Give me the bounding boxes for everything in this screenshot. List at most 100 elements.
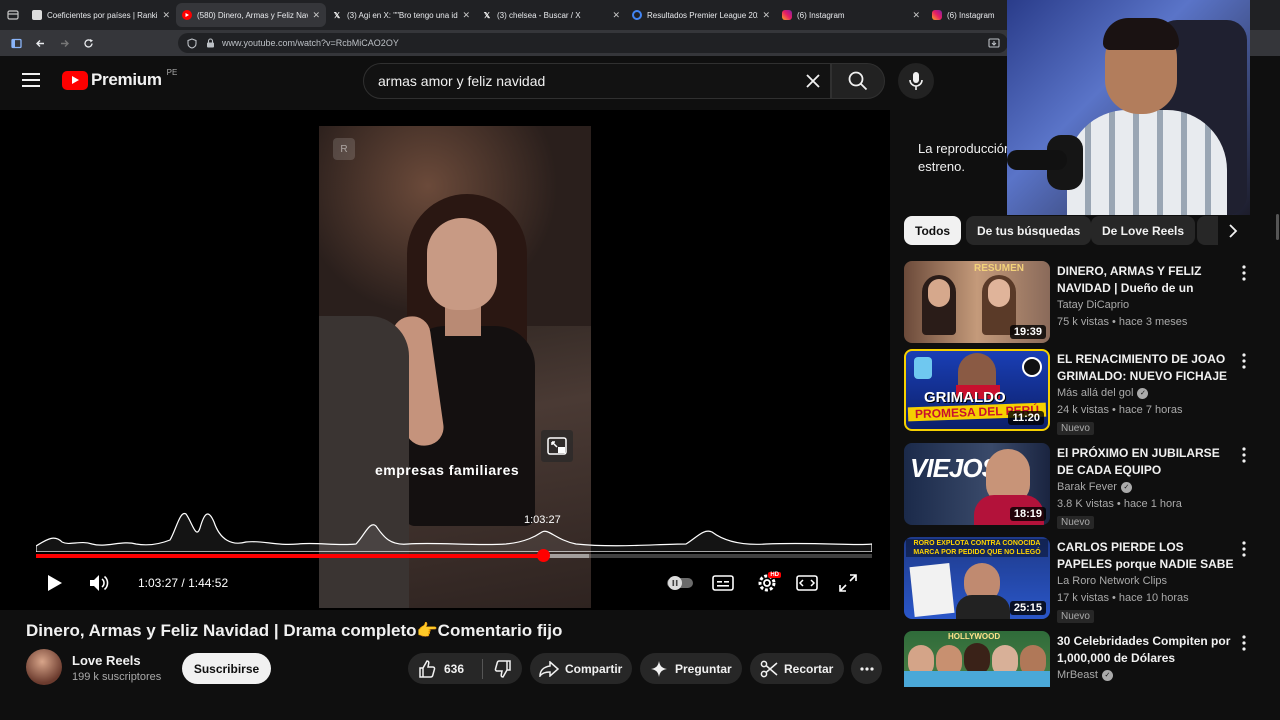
- volume-button[interactable]: [88, 572, 112, 594]
- video-thumbnail[interactable]: RORO EXPLOTA CONTRA CONOCIDA MARCA POR P…: [904, 537, 1050, 619]
- recommendation-title[interactable]: 30 Celebridades Compiten por 1,000,000 d…: [1057, 633, 1237, 667]
- duration-badge: 19:39: [1009, 325, 1046, 339]
- chip-from-channel[interactable]: De Love Reels: [1091, 216, 1196, 245]
- browser-tab[interactable]: (6) Instagram ✕: [776, 3, 926, 27]
- ask-button[interactable]: Preguntar: [640, 653, 742, 684]
- recommendation-title[interactable]: El PRÓXIMO EN JUBILARSE DE CADA EQUIPO: [1057, 445, 1237, 479]
- voice-search-button[interactable]: [898, 63, 934, 99]
- close-icon[interactable]: ✕: [462, 10, 470, 21]
- close-icon[interactable]: ✕: [612, 10, 620, 21]
- url-field[interactable]: www.youtube.com/watch?v=RcbMiCAO2OY: [178, 33, 1008, 53]
- region-code: PE: [166, 67, 178, 77]
- url-text: www.youtube.com/watch?v=RcbMiCAO2OY: [222, 38, 399, 48]
- recommendation-title[interactable]: CARLOS PIERDE LOS PAPELES porque NADIE S…: [1057, 539, 1237, 573]
- recommendation-meta: 24 k vistas • hace 7 horas: [1057, 404, 1183, 416]
- sidebar-toggle-icon[interactable]: [4, 30, 28, 56]
- recommendation-channel[interactable]: Más allá del gol ✓: [1057, 387, 1149, 399]
- search-icon: [848, 71, 868, 91]
- video-thumbnail[interactable]: RESUMEN 19:39: [904, 261, 1050, 343]
- recommendation-item[interactable]: RESUMEN 19:39 DINERO, ARMAS Y FELIZ NAVI…: [904, 261, 1264, 345]
- duration-badge: 11:20: [1008, 411, 1044, 425]
- volume-icon: [90, 575, 109, 591]
- video-thumbnail[interactable]: HOLLYWOOD: [904, 631, 1050, 687]
- dislike-button[interactable]: [483, 653, 522, 684]
- lock-icon[interactable]: [204, 37, 216, 49]
- subtitles-icon: [712, 575, 734, 591]
- more-vertical-icon[interactable]: [1242, 635, 1252, 651]
- tab-actions-icon[interactable]: [0, 0, 26, 30]
- scrubber-handle[interactable]: [536, 549, 550, 562]
- autoplay-toggle[interactable]: [666, 574, 694, 592]
- more-vertical-icon[interactable]: [1242, 353, 1252, 369]
- video-thumbnail[interactable]: GRIMALDO PROMESA DEL PERÚ 11:20: [904, 349, 1050, 431]
- install-app-icon[interactable]: [988, 37, 1000, 49]
- total-duration: 1:44:52: [188, 576, 229, 590]
- recommendation-item[interactable]: HOLLYWOOD 30 Celebridades Compiten por 1…: [904, 631, 1264, 687]
- close-icon[interactable]: ✕: [312, 10, 320, 21]
- browser-tab[interactable]: Resultados Premier League 2024 ✕: [626, 3, 776, 27]
- recommendation-title[interactable]: EL RENACIMIENTO DE JOAO GRIMALDO: NUEVO …: [1057, 351, 1237, 385]
- browser-tab[interactable]: 𝕏 (3) chelsea - Buscar / X ✕: [476, 3, 626, 27]
- recommendation-title[interactable]: DINERO, ARMAS Y FELIZ NAVIDAD | Dueño de…: [1057, 263, 1237, 297]
- close-icon[interactable]: ✕: [762, 10, 770, 21]
- share-button[interactable]: Compartir: [530, 653, 632, 684]
- recommendation-channel[interactable]: La Roro Network Clips: [1057, 575, 1167, 587]
- thumbnail-text: RORO EXPLOTA CONTRA CONOCIDA MARCA POR P…: [906, 539, 1048, 557]
- subscribe-button[interactable]: Suscribirse: [182, 653, 271, 684]
- reload-icon[interactable]: [76, 30, 100, 56]
- settings-button[interactable]: HD: [753, 570, 781, 596]
- fullscreen-icon: [839, 574, 857, 592]
- recommendation-channel[interactable]: Tatay DiCaprio: [1057, 299, 1129, 311]
- subscriber-count: 199 k suscriptores: [72, 671, 162, 683]
- forward-icon[interactable]: [52, 30, 76, 56]
- video-thumbnail[interactable]: VIEJOS 18:19: [904, 443, 1050, 525]
- fullscreen-button[interactable]: [837, 572, 859, 594]
- video-subtitle: empresas familiares: [375, 462, 520, 478]
- premiere-text-line: estreno.: [918, 159, 965, 174]
- recommendation-item[interactable]: GRIMALDO PROMESA DEL PERÚ 11:20 EL RENAC…: [904, 349, 1264, 435]
- tracking-shield-icon[interactable]: [186, 37, 198, 49]
- duration-badge: 25:15: [1009, 601, 1046, 615]
- youtube-play-logo-icon: [62, 70, 88, 90]
- play-button[interactable]: [44, 572, 66, 594]
- subtitles-button[interactable]: [711, 572, 735, 594]
- browser-tab[interactable]: Coeficientes por países | Ranking ✕: [26, 3, 176, 27]
- thumbnail-text: RESUMEN: [974, 263, 1025, 274]
- youtube-premium-logo[interactable]: Premium PE: [62, 67, 178, 90]
- clip-button[interactable]: Recortar: [750, 653, 844, 684]
- chip-from-searches[interactable]: De tus búsquedas: [966, 216, 1092, 245]
- miniplayer-icon[interactable]: [541, 430, 573, 462]
- more-vertical-icon[interactable]: [1242, 541, 1252, 557]
- recommendation-channel[interactable]: Barak Fever ✓: [1057, 481, 1132, 493]
- clear-search-icon[interactable]: [804, 72, 822, 90]
- share-icon: [539, 660, 559, 677]
- theater-mode-button[interactable]: [795, 572, 819, 594]
- logo-text: Premium: [91, 70, 162, 89]
- back-icon[interactable]: [28, 30, 52, 56]
- browser-tab[interactable]: 𝕏 (3) Agi en X: ""Bro tengo una idea ✕: [326, 3, 476, 27]
- more-vertical-icon[interactable]: [1242, 265, 1252, 281]
- more-vertical-icon[interactable]: [1242, 447, 1252, 463]
- search-input[interactable]: armas amor y feliz navidad: [363, 63, 831, 99]
- recommendation-item[interactable]: VIEJOS 18:19 El PRÓXIMO EN JUBILARSE DE …: [904, 443, 1264, 529]
- browser-tab-active[interactable]: (580) Dinero, Armas y Feliz Navidad ✕: [176, 3, 326, 27]
- scrollbar[interactable]: [1276, 214, 1279, 240]
- close-icon[interactable]: ✕: [162, 10, 170, 21]
- channel-avatar[interactable]: [26, 649, 62, 685]
- google-icon: [632, 10, 642, 20]
- chips-next-button[interactable]: [1218, 216, 1248, 245]
- recommendation-item[interactable]: RORO EXPLOTA CONTRA CONOCIDA MARCA POR P…: [904, 537, 1264, 623]
- chevron-right-icon: [1229, 223, 1238, 238]
- progress-bar[interactable]: [36, 549, 872, 562]
- like-button[interactable]: 636: [408, 653, 482, 684]
- search-button[interactable]: [831, 63, 885, 99]
- microphone-icon: [909, 72, 923, 90]
- chip-all[interactable]: Todos: [904, 216, 962, 245]
- verified-icon: ✓: [1120, 481, 1132, 493]
- recommendation-channel[interactable]: MrBeast ✓: [1057, 669, 1113, 681]
- close-icon[interactable]: ✕: [912, 10, 920, 21]
- more-actions-button[interactable]: [851, 653, 882, 684]
- menu-icon[interactable]: [22, 73, 40, 87]
- channel-name[interactable]: Love Reels: [72, 653, 141, 668]
- instagram-icon: [782, 10, 792, 20]
